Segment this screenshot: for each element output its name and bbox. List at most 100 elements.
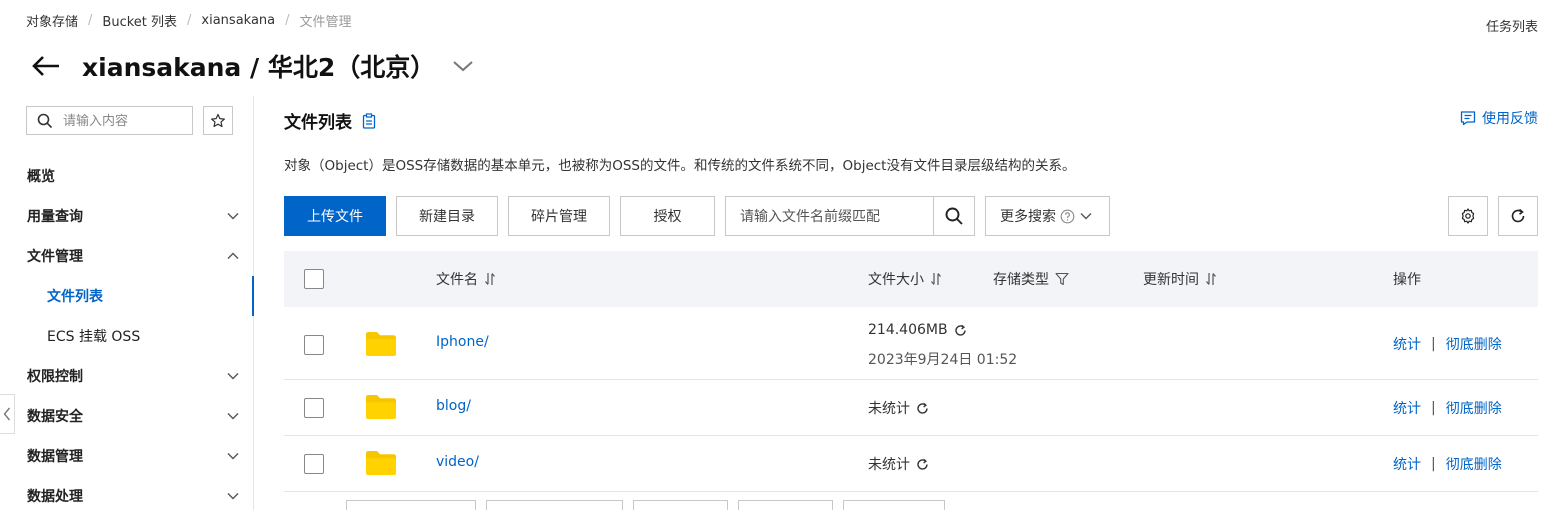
folder-icon[interactable]	[366, 332, 396, 356]
bottom-button[interactable]	[843, 500, 945, 510]
sidebar-item-data-security[interactable]: 数据安全	[0, 396, 253, 436]
search-button[interactable]	[933, 197, 974, 235]
settings-button[interactable]	[1448, 196, 1488, 236]
section-title-text: 文件列表	[284, 113, 352, 133]
sidebar-item-data-management[interactable]: 数据管理	[0, 436, 253, 476]
upload-file-button[interactable]: 上传文件	[284, 196, 386, 236]
file-name-link[interactable]: blog/	[436, 398, 471, 414]
column-header-label: 更新时间	[1143, 272, 1199, 288]
task-list-link[interactable]: 任务列表	[1486, 16, 1538, 35]
permanent-delete-link[interactable]: 彻底删除	[1446, 334, 1502, 354]
chevron-down-icon	[227, 213, 239, 220]
row-actions: 统计 | 彻底删除	[1393, 454, 1502, 474]
sidebar-item-label: 用量查询	[27, 209, 83, 225]
column-header-label: 操作	[1393, 272, 1421, 288]
sidebar-search-input[interactable]	[63, 113, 173, 128]
search-icon	[37, 113, 53, 128]
breadcrumb-current: 文件管理	[299, 15, 352, 30]
chevron-down-icon	[227, 493, 239, 500]
refresh-button[interactable]	[1498, 196, 1538, 236]
breadcrumb-separator: /	[285, 13, 290, 28]
column-header-storage[interactable]: 存储类型	[993, 251, 1069, 307]
sidebar-search[interactable]	[26, 106, 193, 135]
star-icon[interactable]	[203, 106, 233, 135]
fragment-management-button[interactable]: 碎片管理	[508, 196, 610, 236]
sidebar-item-overview[interactable]: 概览	[0, 156, 253, 196]
filter-icon	[1055, 272, 1069, 286]
sidebar-collapse-tab[interactable]	[0, 394, 15, 434]
sidebar-item-label: 权限控制	[27, 369, 83, 385]
column-header-ops: 操作	[1393, 251, 1421, 307]
file-search	[725, 196, 975, 236]
permanent-delete-link[interactable]: 彻底删除	[1446, 398, 1502, 418]
feedback-link[interactable]: 使用反馈	[1460, 108, 1538, 128]
new-directory-button[interactable]: 新建目录	[396, 196, 498, 236]
feedback-label: 使用反馈	[1482, 111, 1538, 127]
bottom-button[interactable]	[738, 500, 833, 510]
file-search-input[interactable]	[726, 197, 933, 235]
sidebar-item-label: ECS 挂载 OSS	[47, 329, 141, 345]
column-header-size[interactable]: 文件大小	[868, 251, 942, 307]
description-text: 对象（Object）是OSS存储数据的基本单元，也被称为OSS的文件。和传统的文…	[284, 158, 1076, 174]
table-row: blog/ 未统计 统计 | 彻底删除	[284, 380, 1538, 436]
bottom-button[interactable]	[486, 500, 623, 510]
sidebar-item-usage[interactable]: 用量查询	[0, 196, 253, 236]
row-checkbox[interactable]	[304, 335, 324, 355]
title-row: xiansakana / 华北2（北京）	[28, 48, 477, 84]
sidebar-item-ecs-mount[interactable]: ECS 挂载 OSS	[0, 316, 253, 356]
authorize-button[interactable]: 授权	[620, 196, 715, 236]
more-search-label: 更多搜索	[1000, 209, 1056, 225]
file-table: 文件名 文件大小 存储类型 更新时间 操作 Iphone/ 214.406MB …	[284, 251, 1538, 492]
column-header-name[interactable]: 文件名	[436, 251, 496, 307]
chevron-down-icon	[227, 373, 239, 380]
sidebar-item-label: 数据管理	[27, 449, 83, 465]
sort-icon	[1206, 273, 1216, 285]
help-icon	[1060, 209, 1075, 223]
action-divider: |	[1431, 336, 1436, 352]
file-size-value: 214.406MB	[868, 322, 948, 338]
table-row: video/ 未统计 统计 | 彻底删除	[284, 436, 1538, 492]
file-name-link[interactable]: video/	[436, 454, 479, 470]
column-header-label: 存储类型	[993, 272, 1049, 288]
row-checkbox[interactable]	[304, 454, 324, 474]
page-title: xiansakana / 华北2（北京）	[82, 53, 436, 82]
search-icon	[945, 207, 963, 225]
bottom-button[interactable]	[346, 500, 476, 510]
row-checkbox[interactable]	[304, 398, 324, 418]
sidebar-item-file-management[interactable]: 文件管理	[0, 236, 253, 276]
file-size: 未统计	[868, 398, 929, 418]
copy-icon[interactable]	[362, 112, 376, 129]
breadcrumb: 对象存储 / Bucket 列表 / xiansakana / 文件管理	[26, 11, 352, 30]
column-header-label: 文件名	[436, 272, 478, 288]
statistics-link[interactable]: 统计	[1393, 334, 1421, 354]
select-all-checkbox[interactable]	[304, 269, 324, 289]
table-row: Iphone/ 214.406MB 2023年9月24日 01:52 统计 | …	[284, 307, 1538, 380]
sidebar-item-label: 文件管理	[27, 249, 83, 265]
breadcrumb-object-storage[interactable]: 对象存储	[26, 11, 78, 30]
sidebar-item-data-processing[interactable]: 数据处理	[0, 476, 253, 510]
bottom-button[interactable]	[633, 500, 728, 510]
chevron-down-icon[interactable]	[449, 52, 477, 80]
refresh-icon[interactable]	[916, 402, 929, 415]
refresh-icon[interactable]	[954, 324, 967, 337]
statistics-link[interactable]: 统计	[1393, 398, 1421, 418]
sidebar-item-file-list[interactable]: 文件列表	[0, 276, 254, 316]
sidebar-item-access-control[interactable]: 权限控制	[0, 356, 253, 396]
file-name-link[interactable]: Iphone/	[436, 334, 489, 350]
folder-icon[interactable]	[366, 451, 396, 475]
more-search-dropdown[interactable]: 更多搜索	[985, 196, 1110, 236]
refresh-icon[interactable]	[916, 458, 929, 471]
breadcrumb-bucket-list[interactable]: Bucket 列表	[102, 11, 177, 30]
breadcrumb-bucket[interactable]: xiansakana	[201, 13, 275, 28]
file-size: 未统计	[868, 454, 929, 474]
back-arrow-icon[interactable]	[28, 48, 64, 84]
folder-icon[interactable]	[366, 395, 396, 419]
column-header-label: 文件大小	[868, 272, 924, 288]
column-header-updated[interactable]: 更新时间	[1143, 251, 1217, 307]
chevron-left-icon	[3, 407, 11, 421]
sidebar-item-label: 数据安全	[27, 409, 83, 425]
permanent-delete-link[interactable]: 彻底删除	[1446, 454, 1502, 474]
sidebar-item-label: 概览	[27, 169, 55, 185]
sidebar-item-label: 文件列表	[47, 289, 103, 305]
statistics-link[interactable]: 统计	[1393, 454, 1421, 474]
